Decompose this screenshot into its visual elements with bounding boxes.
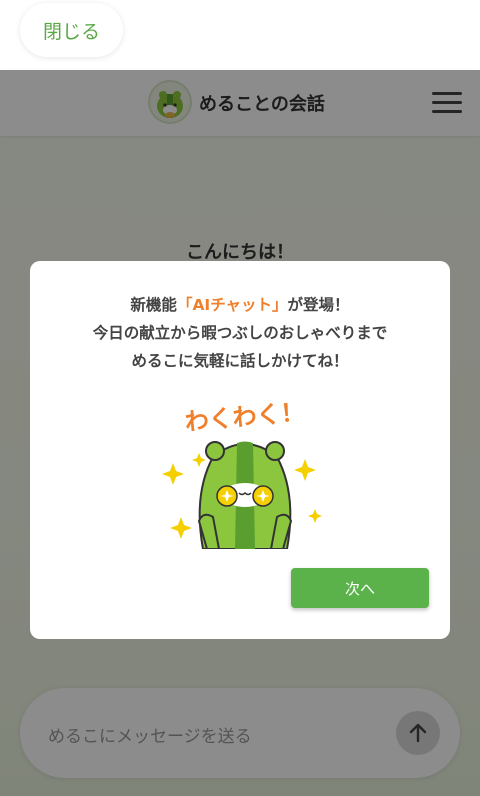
modal-line-2: 今日の献立から暇つぶしのおしゃべりまで xyxy=(92,324,388,342)
top-bar: 閉じる xyxy=(0,0,480,70)
illustration-caption: わくわく！ xyxy=(184,399,306,436)
close-button[interactable]: 閉じる xyxy=(20,3,123,57)
announcement-modal: 新機能「AIチャット」が登場！ 今日の献立から暇つぶしのおしゃべりまで めるこに… xyxy=(30,261,450,639)
next-button[interactable]: 次へ xyxy=(291,568,429,608)
modal-line-1: 新機能「AIチャット」が登場！ xyxy=(130,296,350,314)
mascot-illustration: わくわく！ xyxy=(162,399,322,549)
modal-message: 新機能「AIチャット」が登場！ 今日の献立から暇つぶしのおしゃべりまで めるこに… xyxy=(30,291,450,375)
modal-line-3: めるこに気軽に話しかけてね！ xyxy=(131,352,349,370)
